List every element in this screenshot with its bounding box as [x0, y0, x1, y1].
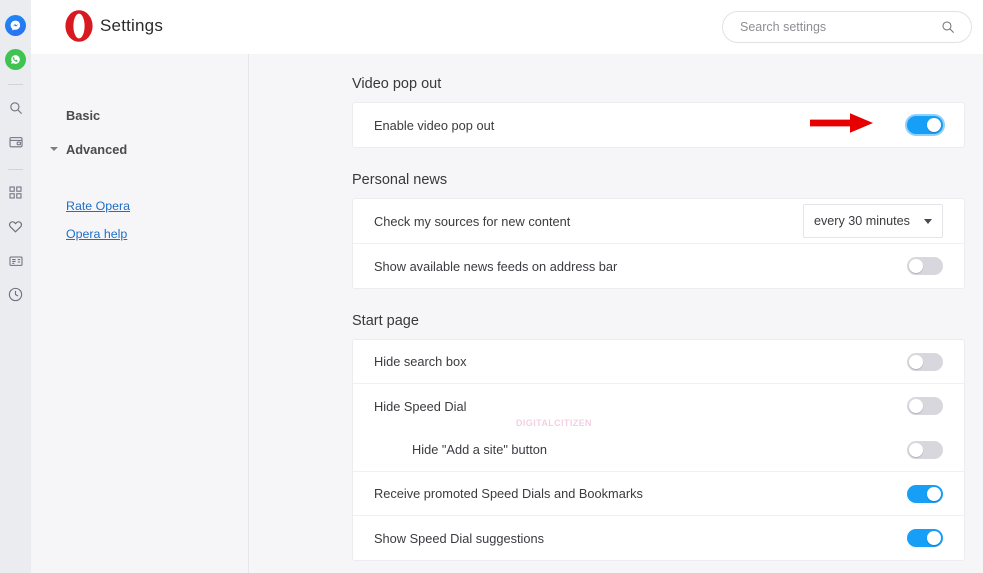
setting-row-hide-search-box[interactable]: Hide search box	[353, 340, 964, 384]
select-check-frequency[interactable]: every 30 minutes	[803, 204, 943, 238]
setting-row-promoted-speed-dials[interactable]: Receive promoted Speed Dials and Bookmar…	[353, 472, 964, 516]
sidebar-item-wallet[interactable]	[0, 127, 31, 161]
sidebar-item-history[interactable]	[0, 280, 31, 314]
sidebar-item-whatsapp[interactable]	[0, 42, 31, 76]
toggle-knob	[909, 399, 923, 413]
toggle-promoted-speed-dials[interactable]	[907, 484, 943, 503]
settings-card-start-page: Hide search box Hide Speed Dial Hide "Ad…	[352, 339, 965, 561]
link-opera-help[interactable]: Opera help	[31, 220, 248, 248]
link-rate-opera[interactable]: Rate Opera	[31, 192, 248, 220]
toggle-enable-video-pop-out[interactable]	[907, 116, 943, 134]
sidebar-item-speed-dial[interactable]	[0, 178, 31, 212]
sidebar-item-search[interactable]	[0, 93, 31, 127]
toggle-hide-speed-dial[interactable]	[907, 397, 943, 415]
toggle-knob	[909, 259, 923, 273]
toggle-knob	[927, 486, 941, 501]
setting-label: Receive promoted Speed Dials and Bookmar…	[374, 486, 643, 501]
page-title: Settings	[100, 16, 164, 35]
toggle-hide-add-a-site[interactable]	[907, 440, 943, 459]
sidebar-item-label-advanced: Advanced	[66, 141, 128, 157]
settings-window-body: Settings Basic Advanced Rate Opera Opera…	[31, 0, 983, 573]
opera-sidebar-rail	[0, 0, 31, 573]
messenger-icon	[5, 14, 26, 36]
settings-window: Settings Basic Advanced Rate Opera Opera…	[0, 0, 983, 573]
opera-logo	[64, 9, 94, 48]
whatsapp-icon	[5, 48, 26, 70]
section-title-start-page: Start page	[352, 313, 419, 329]
setting-row-hide-speed-dial[interactable]: Hide Speed Dial	[353, 384, 964, 428]
search-settings-box[interactable]	[722, 11, 972, 43]
settings-card-personal-news: Check my sources for new content every 3…	[352, 198, 965, 289]
sidebar-item-news[interactable]	[0, 246, 31, 280]
sidebar-divider-1	[8, 84, 23, 85]
chevron-down-icon[interactable]	[924, 218, 932, 224]
setting-row-hide-add-a-site[interactable]: Hide "Add a site" button	[353, 428, 964, 472]
settings-content: Video pop out Enable video pop out Perso…	[250, 54, 983, 573]
grid-icon	[8, 185, 23, 205]
setting-label: Hide Speed Dial	[374, 398, 467, 414]
setting-row-show-news-feeds[interactable]: Show available news feeds on address bar	[353, 244, 964, 288]
search-icon	[8, 100, 24, 121]
sidebar-item-label-basic: Basic	[66, 107, 101, 123]
settings-card-video-pop-out: Enable video pop out	[352, 102, 965, 148]
toggle-hide-search-box[interactable]	[907, 352, 943, 371]
toggle-knob	[909, 354, 923, 369]
setting-label: Enable video pop out	[374, 117, 495, 133]
clock-icon	[7, 286, 24, 308]
setting-label: Hide "Add a site" button	[412, 442, 548, 457]
toggle-knob	[927, 531, 941, 545]
sidebar-item-basic[interactable]: Basic	[31, 100, 248, 130]
settings-header: Settings	[31, 0, 983, 54]
toggle-knob	[927, 118, 941, 132]
wallet-icon	[8, 134, 24, 155]
section-title-video-pop-out: Video pop out	[352, 76, 442, 92]
heart-icon	[7, 218, 24, 240]
chevron-down-icon[interactable]	[50, 147, 58, 151]
select-value: every 30 minutes	[814, 214, 910, 228]
setting-row-check-sources[interactable]: Check my sources for new content every 3…	[353, 199, 964, 244]
search-icon[interactable]	[940, 19, 971, 35]
sidebar-item-bookmarks[interactable]	[0, 212, 31, 246]
section-title-personal-news: Personal news	[352, 172, 448, 188]
news-icon	[8, 253, 24, 274]
settings-nav: Basic Advanced Rate Opera Opera help	[31, 54, 249, 573]
setting-label: Hide search box	[374, 354, 467, 369]
setting-row-speed-dial-suggestions[interactable]: Show Speed Dial suggestions	[353, 516, 964, 560]
toggle-knob	[909, 442, 923, 457]
sidebar-divider-2	[8, 169, 23, 170]
toggle-speed-dial-suggestions[interactable]	[907, 529, 943, 547]
setting-label: Show Speed Dial suggestions	[374, 530, 545, 546]
setting-row-enable-video-pop-out[interactable]: Enable video pop out	[353, 103, 964, 147]
search-input[interactable]	[723, 20, 940, 34]
sidebar-item-advanced[interactable]: Advanced	[31, 134, 248, 164]
toggle-show-news-feeds[interactable]	[907, 257, 943, 275]
sidebar-item-messenger[interactable]	[0, 8, 31, 42]
setting-label: Check my sources for new content	[374, 213, 571, 229]
setting-label: Show available news feeds on address bar	[374, 258, 618, 274]
